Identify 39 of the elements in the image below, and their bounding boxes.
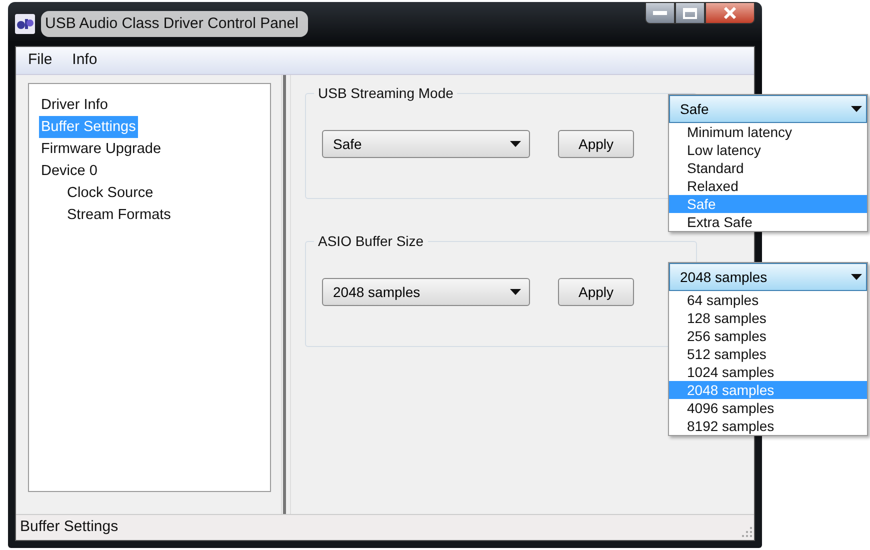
dropdown[interactable]: Safe <box>322 130 530 158</box>
caret-icon <box>851 274 862 280</box>
dropdown-option[interactable]: 4096 samples <box>669 399 867 417</box>
close-button[interactable] <box>705 2 755 24</box>
status-text: Buffer Settings <box>20 517 118 538</box>
dropdown-option[interactable]: 64 samples <box>669 291 867 309</box>
dropdown-option[interactable]: Low latency <box>669 141 867 159</box>
dropdown-option[interactable]: Standard <box>669 159 867 177</box>
caret-icon <box>851 106 862 112</box>
resize-grip-icon[interactable] <box>742 526 752 536</box>
tree-item[interactable]: Driver Info <box>39 94 110 116</box>
dropdown-option[interactable]: Minimum latency <box>669 123 867 141</box>
apply-button[interactable]: Apply <box>558 130 634 158</box>
tree-item[interactable]: Firmware Upgrade <box>39 138 164 160</box>
menu-item[interactable]: Info <box>64 47 106 74</box>
dropdown-option[interactable]: 128 samples <box>669 309 867 327</box>
dropdown-option[interactable]: 1024 samples <box>669 363 867 381</box>
dropdown-option[interactable]: 256 samples <box>669 327 867 345</box>
dropdown[interactable]: Safe <box>669 95 867 123</box>
apply-button[interactable]: Apply <box>558 278 634 306</box>
caret-icon <box>510 289 521 295</box>
dropdown-option[interactable]: 512 samples <box>669 345 867 363</box>
app-icon <box>15 14 35 34</box>
dropdown-option[interactable]: Extra Safe <box>669 213 867 231</box>
window-title: USB Audio Class Driver Control Panel <box>41 10 308 38</box>
tree-item[interactable]: Device 0 <box>39 160 100 182</box>
tree-item[interactable]: Clock Source <box>65 182 156 204</box>
dropdown[interactable]: 2048 samples <box>322 278 530 306</box>
minimize-icon <box>653 11 667 15</box>
maximize-icon <box>683 8 697 18</box>
dropdown-option[interactable]: Relaxed <box>669 177 867 195</box>
tree-item[interactable]: Stream Formats <box>65 204 173 226</box>
menu-item[interactable]: File <box>20 47 60 74</box>
minimize-button[interactable] <box>645 2 675 24</box>
dropdown-option[interactable]: 8192 samples <box>669 417 867 435</box>
maximize-button[interactable] <box>675 2 705 24</box>
close-icon <box>723 7 737 19</box>
dropdown[interactable]: 2048 samples <box>669 263 867 291</box>
caret-icon <box>510 141 521 147</box>
